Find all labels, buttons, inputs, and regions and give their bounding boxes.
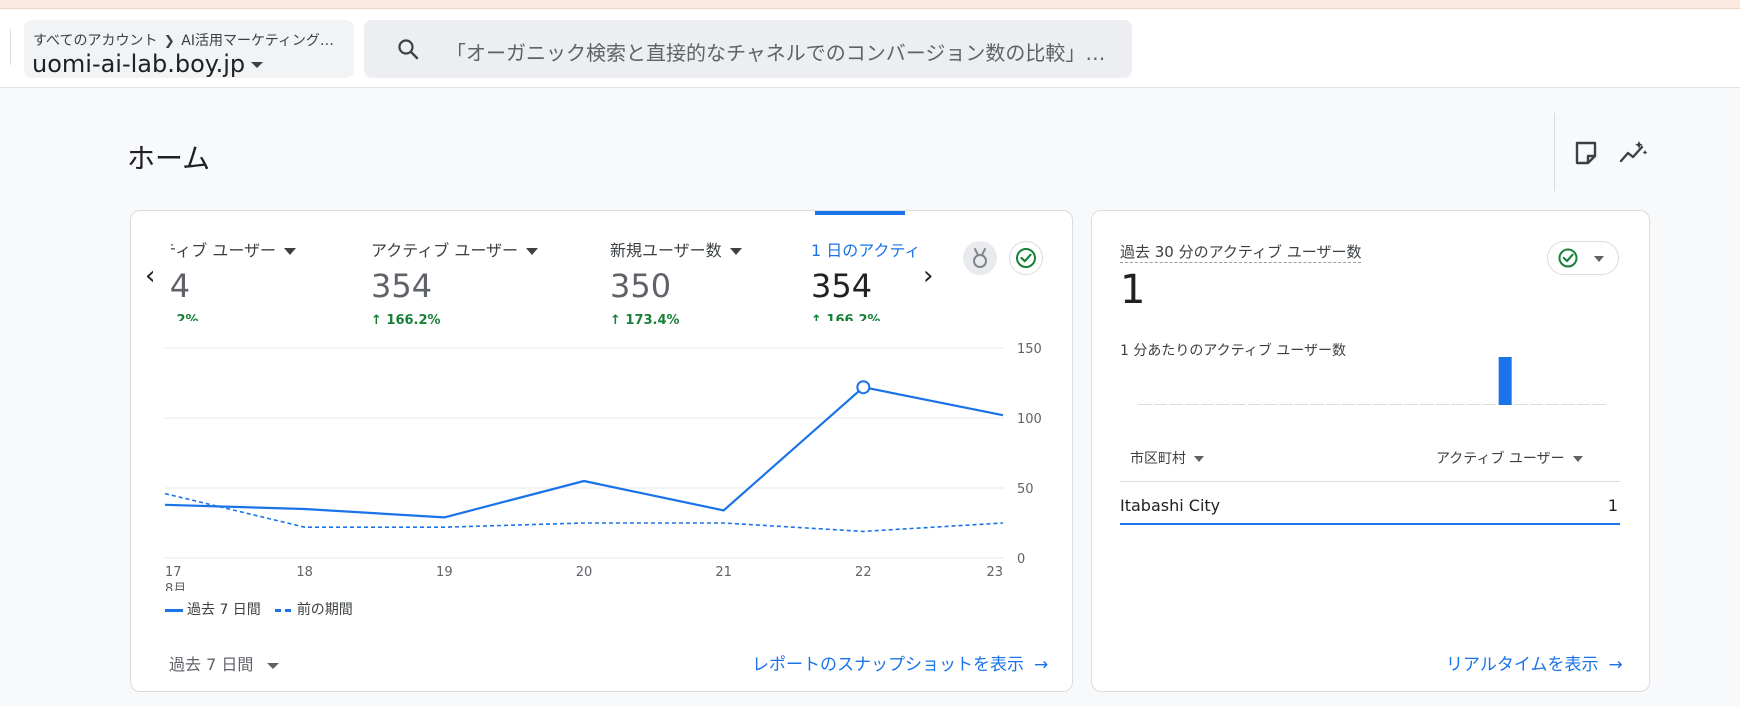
caret-down-icon [1194, 456, 1204, 462]
snapshot-link-label: レポートのスナップショットを表示 [752, 655, 1024, 675]
y-tick-label: 0 [1017, 552, 1025, 567]
metrics-card: ‹ アクティブ ユーザー 354 ↑ 166.2% アクティブ ユーザー 354… [130, 210, 1073, 692]
x-tick-label: 19 [436, 565, 453, 580]
per-minute-bar [1169, 404, 1183, 405]
breadcrumb-chevron-icon: ❯ [163, 34, 175, 49]
property-name[interactable]: uomi-ai-lab.boy.jp [32, 50, 264, 78]
toolbar-divider [1554, 113, 1555, 191]
top-bar: すべてのアカウント ❯ AI活用マーケティング… uomi-ai-lab.boy… [0, 9, 1740, 88]
per-minute-bar [1514, 404, 1528, 405]
legend-dashed-swatch [274, 608, 293, 612]
per-minute-bar [1216, 404, 1230, 405]
per-minute-bar [1295, 404, 1308, 405]
col-city-label: 市区町村 [1130, 451, 1186, 467]
per-minute-bar [1498, 357, 1512, 405]
x-tick-label: 21 [715, 565, 732, 580]
per-minute-bar [1420, 404, 1434, 405]
caret-down-icon [251, 62, 264, 68]
per-minute-bar [1138, 404, 1152, 405]
per-minute-bar [1467, 404, 1481, 405]
per-minute-bar [1232, 404, 1246, 405]
per-minute-bar [1577, 404, 1590, 405]
breadcrumb-account[interactable]: AI活用マーケティング… [181, 33, 334, 49]
breadcrumb: すべてのアカウント ❯ AI活用マーケティング… [33, 30, 334, 50]
realtime-title[interactable]: 過去 30 分のアクティブ ユーザー数 [1120, 241, 1362, 263]
per-minute-bar [1342, 404, 1355, 405]
per-minute-bar [1436, 404, 1449, 405]
caret-down-icon [267, 662, 280, 669]
column-header-active-users[interactable]: アクティブ ユーザー [1436, 448, 1583, 468]
x-axis-month-label: 8月 [165, 582, 186, 591]
table-divider [1120, 481, 1620, 482]
realtime-value: 1 [1120, 267, 1146, 313]
legend-previous: 前の期間 [296, 602, 353, 618]
topbar-divider [10, 29, 11, 65]
search-input[interactable]: 「オーガニック検索と直接的なチャネルでのコンバージョン数の比較」と検索 [446, 37, 1116, 66]
realtime-status-dropdown[interactable] [1547, 241, 1619, 275]
per-minute-bar [1279, 404, 1293, 405]
per-minute-bar [1404, 404, 1418, 405]
view-snapshot-link[interactable]: レポートのスナップショットを表示 → [752, 650, 1048, 675]
property-label: uomi-ai-lab.boy.jp [32, 50, 246, 78]
y-tick-label: 150 [1017, 342, 1042, 357]
per-minute-bar [1201, 404, 1214, 405]
note-icon[interactable] [1571, 138, 1601, 168]
table-row[interactable]: Itabashi City 1 [1120, 487, 1620, 525]
x-tick-label: 23 [986, 565, 1003, 580]
per-minute-bar [1326, 404, 1340, 405]
per-minute-bar [1357, 404, 1371, 405]
per-minute-bar [1389, 404, 1402, 405]
per-minute-bar [1483, 404, 1496, 405]
search-icon[interactable] [396, 37, 420, 61]
per-minute-bar [1154, 404, 1167, 405]
realtime-link-label: リアルタイムを表示 [1446, 655, 1599, 675]
x-tick-label: 22 [855, 565, 872, 580]
x-tick-label: 18 [296, 565, 313, 580]
per-minute-bar [1263, 404, 1277, 405]
account-selector[interactable]: すべてのアカウント ❯ AI活用マーケティング… uomi-ai-lab.boy… [24, 20, 354, 78]
y-tick-label: 50 [1017, 482, 1034, 497]
per-minute-bar [1561, 404, 1575, 405]
row-city: Itabashi City [1120, 496, 1221, 515]
x-tick-label: 17 [165, 565, 182, 580]
legend-solid-swatch [165, 608, 183, 612]
per-minute-bar [1530, 404, 1543, 405]
page-title: ホーム [127, 142, 211, 175]
caret-down-icon [1572, 456, 1583, 462]
legend-current: 過去 7 日間 [187, 602, 261, 618]
y-tick-label: 100 [1017, 412, 1042, 427]
per-minute-bar [1592, 404, 1606, 405]
x-tick-label: 20 [576, 565, 593, 580]
insights-icon[interactable] [1618, 138, 1648, 168]
chart-legend: 過去 7 日間 前の期間 [165, 599, 353, 619]
per-minute-bar [1185, 404, 1199, 405]
period-selector[interactable]: 過去 7 日間 [169, 651, 280, 675]
breadcrumb-all-accounts[interactable]: すべてのアカウント [33, 33, 157, 49]
per-minute-bar [1310, 404, 1324, 405]
per-minute-bar-chart [1138, 357, 1606, 405]
browser-window-strip [0, 0, 1740, 9]
realtime-card: 過去 30 分のアクティブ ユーザー数 1 1 分あたりのアクティブ ユーザー数… [1091, 210, 1650, 692]
column-header-city[interactable]: 市区町村 [1130, 448, 1204, 468]
per-minute-bar [1373, 404, 1387, 405]
period-label: 過去 7 日間 [169, 655, 254, 674]
data-point-marker [856, 380, 871, 395]
col-users-label: アクティブ ユーザー [1436, 451, 1565, 467]
per-minute-bar [1248, 404, 1261, 405]
line-chart: 0 50 100 150 17 18 19 20 21 22 23 8月 [164, 342, 1042, 591]
row-users: 1 [1607, 496, 1618, 515]
arrow-right-icon: → [1034, 655, 1049, 675]
per-minute-bar [1545, 404, 1559, 405]
view-realtime-link[interactable]: リアルタイムを表示 → [1446, 650, 1623, 675]
series-line-current [164, 386, 1004, 519]
arrow-right-icon: → [1608, 655, 1623, 675]
search-bar[interactable]: 「オーガニック検索と直接的なチャネルでのコンバージョン数の比較」と検索 [364, 20, 1132, 78]
per-minute-bar [1451, 404, 1465, 405]
series-line-previous [164, 492, 1004, 533]
